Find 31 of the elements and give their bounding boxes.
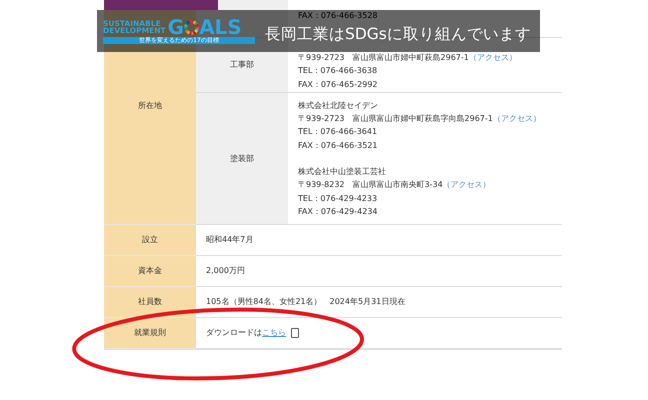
table-label: 就業規則 xyxy=(134,327,166,339)
address-text: 〒939-8232 富山県富山市南央町3-34 xyxy=(298,180,443,190)
download-link[interactable]: こちら xyxy=(262,326,286,340)
logo-text: G xyxy=(168,18,184,36)
company-name: 株式会社北陸セイデン xyxy=(298,100,379,112)
phone-number: TEL：076-466-3641 xyxy=(298,126,378,138)
table-label: 設立 xyxy=(142,234,158,246)
fax-number: FAX：076-466-3521 xyxy=(298,140,378,150)
access-link[interactable]: （アクセス） xyxy=(442,180,491,190)
logo-text: ALS xyxy=(199,18,242,36)
fax-number: FAX：076-466-3528 xyxy=(298,11,378,20)
table-label: 工事部 xyxy=(230,59,254,71)
company-name: 株式会社中山塗装工芸社 xyxy=(298,166,387,178)
fax-number: FAX：076-429-4234 xyxy=(298,206,378,216)
table-label: 社員数 xyxy=(138,296,162,308)
table-label: 塗装部 xyxy=(230,152,254,164)
address-text: 〒939-2723 富山県富山市婦中町萩島2967-1 xyxy=(298,53,469,62)
table-value: 2,000万円 xyxy=(206,265,245,278)
phone-number: TEL：076-429-4233 xyxy=(298,192,378,205)
banner-text: 長岡工業はSDGsに取り組んでいます xyxy=(265,27,531,43)
address-text: 〒939-2723 富山県富山市婦中町萩島字向島2967-1 xyxy=(298,114,493,124)
table-value: ダウンロードは xyxy=(206,327,262,340)
document-icon xyxy=(291,328,299,338)
fax-number: FAX：076-465-2992 xyxy=(298,80,378,89)
access-link[interactable]: （アクセス） xyxy=(468,53,517,62)
table-label: 資本金 xyxy=(138,265,162,277)
table-value: 105名（男性84名、女性21名） 2024年5月31日現在 xyxy=(206,296,406,308)
table-value: 昭和44年7月 xyxy=(206,234,254,246)
table-label: 所在地 xyxy=(138,100,162,112)
access-link[interactable]: （アクセス） xyxy=(492,114,541,124)
phone-number: TEL：076-466-3638 xyxy=(298,65,378,78)
